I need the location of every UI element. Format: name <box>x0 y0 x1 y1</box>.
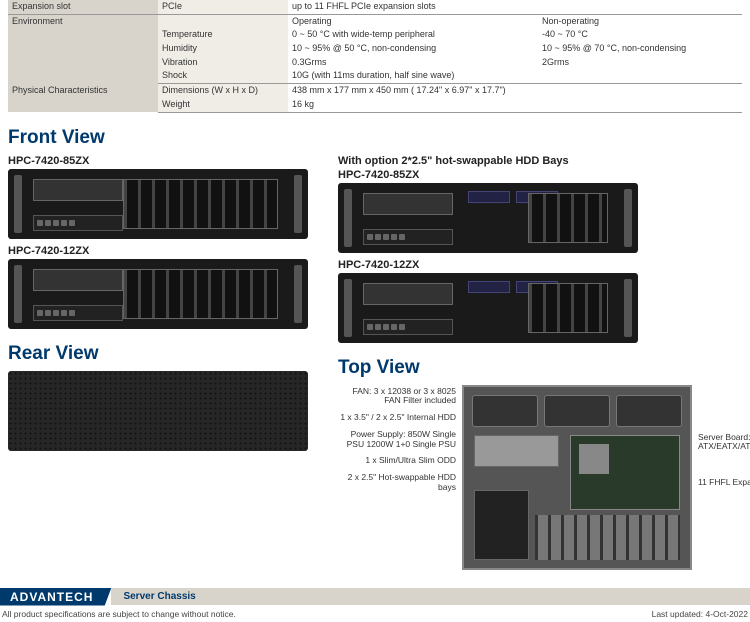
anno-fan: FAN: 3 x 12038 or 3 x 8025 FAN Filter in… <box>338 387 456 407</box>
footer: ADVANTECH Server Chassis All product spe… <box>0 588 750 622</box>
model-label: HPC-7420-12ZX <box>8 245 308 257</box>
anno-board: Server Board: EE-ATX/EATX/ATX <box>698 433 750 453</box>
anno-psu: Power Supply: 850W Single PSU 1200W 1+0 … <box>338 430 456 450</box>
spec-cat-phys: Physical Characteristics <box>8 84 158 112</box>
chassis-front-hotswap-image <box>338 273 638 343</box>
chassis-front-image <box>8 259 308 329</box>
option-label: With option 2*2.5" hot-swappable HDD Bay… <box>338 155 750 167</box>
heading-rear-view: Rear View <box>8 343 308 365</box>
chassis-front-hotswap-image <box>338 183 638 253</box>
brand-logo: ADVANTECH <box>0 588 111 606</box>
spec-sub: PCIe <box>158 0 288 14</box>
anno-slots: 11 FHFL Expansion slot <box>698 478 750 488</box>
model-label: HPC-7420-12ZX <box>338 259 750 271</box>
top-annotations-right: Server Board: EE-ATX/EATX/ATX 11 FHFL Ex… <box>698 385 750 488</box>
anno-hdd: 1 x 3.5" / 2 x 2.5" Internal HDD <box>338 413 456 423</box>
footer-updated: Last updated: 4-Oct-2022 <box>652 609 748 619</box>
model-label: HPC-7420-85ZX <box>338 169 750 181</box>
spec-table: Expansion slot PCIe up to 11 FHFL PCIe e… <box>8 0 742 113</box>
chassis-front-image <box>8 169 308 239</box>
top-annotations-left: FAN: 3 x 12038 or 3 x 8025 FAN Filter in… <box>338 385 456 493</box>
heading-top-view: Top View <box>338 357 750 379</box>
model-label: HPC-7420-85ZX <box>8 155 308 167</box>
chassis-top-image <box>462 385 692 570</box>
chassis-rear-image <box>8 371 308 451</box>
spec-cat-env: Environment <box>8 14 158 83</box>
col-operating: Operating <box>288 14 538 28</box>
spec-val: up to 11 FHFL PCIe expansion slots <box>288 0 742 14</box>
anno-hotswap: 2 x 2.5" Hot-swappable HDD bays <box>338 473 456 493</box>
footer-disclaimer: All product specifications are subject t… <box>2 609 236 619</box>
spec-cat-expansion: Expansion slot <box>8 0 158 14</box>
anno-odd: 1 x Slim/Ultra Slim ODD <box>338 456 456 466</box>
heading-front-view: Front View <box>8 127 308 149</box>
col-nonoperating: Non-operating <box>538 14 742 28</box>
